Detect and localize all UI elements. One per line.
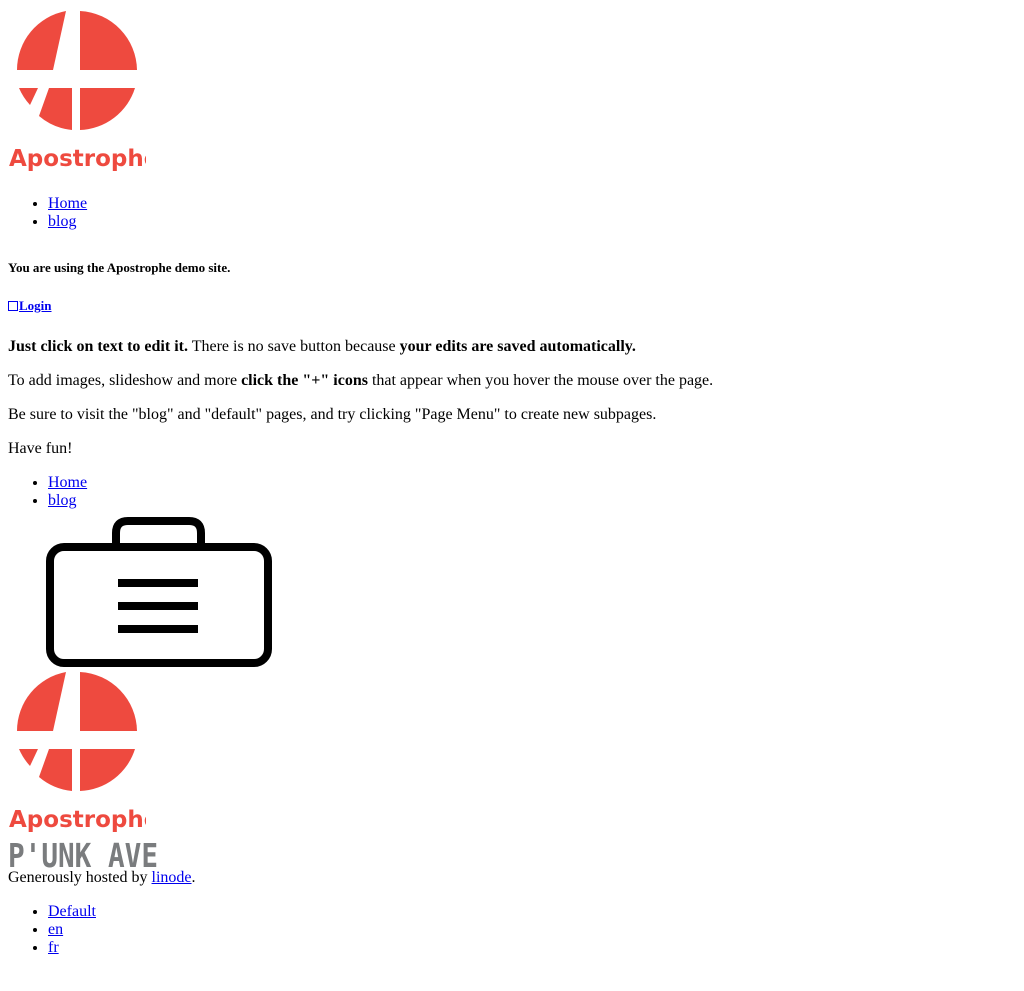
nav-link-home[interactable]: Home (48, 195, 87, 212)
toolbox-icon[interactable] (46, 517, 272, 669)
locale-item-fr: fr (48, 939, 1016, 957)
nav-link-blog[interactable]: blog (48, 213, 76, 230)
footer-logo-wordmark: Apostrophe (9, 807, 146, 833)
intro-paragraph-1: Just click on text to edit it. There is … (8, 338, 1016, 356)
login-label: Login (19, 298, 52, 313)
nav-item-home: Home (48, 474, 1016, 492)
locale-link-default[interactable]: Default (48, 903, 96, 920)
top-navigation: Home blog (8, 195, 1016, 231)
login-heading: Login (8, 298, 1016, 314)
apostrophe-logo-link[interactable]: Apostrophe (8, 8, 146, 174)
punk-ave-logo-icon: P'UNK AVE (8, 837, 158, 871)
intro-paragraph-3: Be sure to visit the "blog" and "default… (8, 406, 657, 423)
nav-item-blog: blog (48, 213, 1016, 231)
bottom-navigation: Home blog (8, 474, 1016, 510)
hosted-prefix: Generously hosted by (8, 869, 152, 886)
footer-apostrophe-logo-icon: Apostrophe (9, 672, 146, 833)
intro-bold-plus: click the "+" icons (241, 372, 368, 389)
hosted-suffix: . (191, 869, 196, 886)
intro-paragraph-2: To add images, slideshow and more click … (8, 372, 1016, 390)
intro-text-1: There is no save button because (187, 338, 400, 355)
nav-item-home: Home (48, 195, 1016, 213)
nav-link-home[interactable]: Home (48, 474, 87, 491)
demo-site-notice: You are using the Apostrophe demo site. (8, 260, 231, 275)
intro-bold-autosave: your edits are saved automatically. (399, 338, 636, 355)
hosted-by-text: Generously hosted by linode. (8, 869, 1016, 887)
nav-link-blog[interactable]: blog (48, 492, 76, 509)
logo-wordmark: Apostrophe (9, 146, 146, 172)
punk-ave-wordmark: P'UNK AVE (8, 837, 158, 871)
intro-paragraph-4: Have fun! (8, 440, 73, 457)
locale-link-en[interactable]: en (48, 921, 63, 938)
intro-text-2b: that appear when you hover the mouse ove… (367, 372, 714, 389)
linode-link[interactable]: linode (152, 869, 192, 886)
nav-item-blog: blog (48, 492, 1016, 510)
locale-link-fr[interactable]: fr (48, 939, 59, 956)
login-box-icon (8, 301, 18, 311)
login-link[interactable]: Login (8, 298, 52, 313)
locale-item-default: Default (48, 903, 1016, 921)
locale-switcher: Default en fr (8, 903, 1016, 957)
intro-bold-edit: Just click on text to edit it. (8, 338, 188, 355)
page: Apostrophe Home blog You are using the A… (0, 8, 1024, 957)
apostrophe-logo-icon: Apostrophe (9, 11, 146, 172)
locale-item-en: en (48, 921, 1016, 939)
intro-text-2a: To add images, slideshow and more (8, 372, 242, 389)
